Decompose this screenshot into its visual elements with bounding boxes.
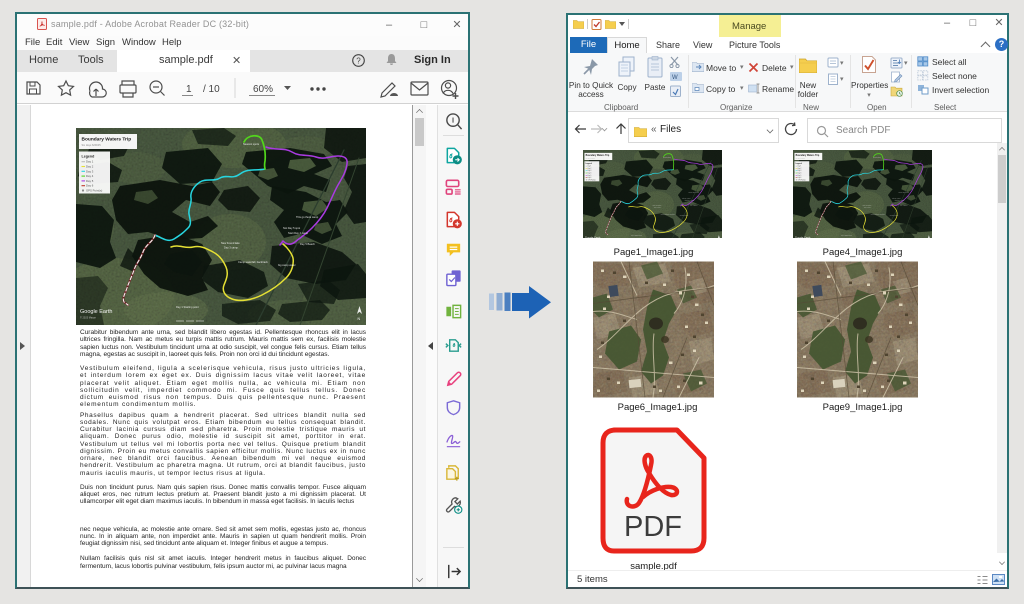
svg-text:W: W bbox=[672, 75, 678, 81]
svg-text:/ 10: / 10 bbox=[203, 84, 220, 95]
svg-text:60%: 60% bbox=[253, 84, 273, 95]
svg-text:PDF: PDF bbox=[624, 511, 682, 543]
svg-text:1: 1 bbox=[186, 84, 192, 95]
svg-text:?: ? bbox=[356, 56, 361, 65]
